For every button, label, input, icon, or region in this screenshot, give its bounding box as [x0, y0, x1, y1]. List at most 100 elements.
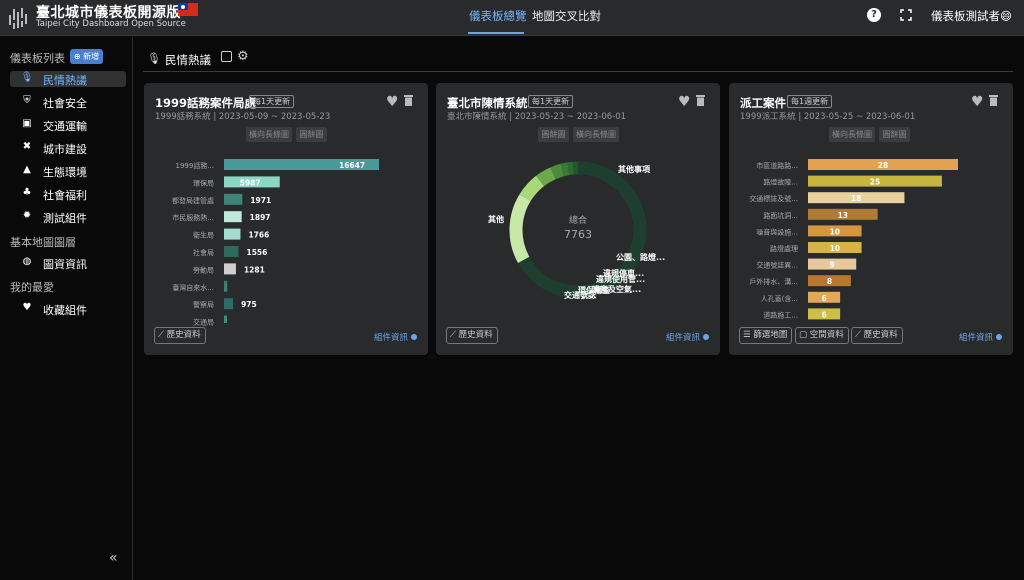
component-info-link[interactable]: 組件資訊 [374, 331, 418, 343]
trend-icon: ⟋ [158, 330, 167, 340]
category-label: 1999話務... [176, 161, 215, 170]
history-data-button[interactable]: ⟋ 歷史資料 [154, 327, 206, 344]
add-dashboard-button[interactable]: ⊕ 新增 [70, 49, 103, 64]
component-card-petition: 臺北市陳情系統 每1天更新 臺北市陳情系統 | 2023-05-23 ~ 202… [436, 83, 720, 355]
value-label: 18 [851, 194, 861, 203]
category-label: 交通局 [193, 318, 214, 327]
bar [224, 298, 234, 310]
sidebar-item-ecology[interactable]: ▲ 生態環境 [10, 163, 126, 179]
app-subtitle: Taipei City Dashboard Open Source [36, 19, 186, 29]
sidebar-item-social-safety[interactable]: ⛨ 社會安全 [10, 94, 126, 110]
trend-icon: ⟋ [450, 330, 459, 340]
handshake-icon: ♣ [22, 187, 32, 198]
favorites-header: 我的最愛 [10, 281, 54, 294]
tab-dashboard-overview[interactable]: 儀表板總覽 [469, 8, 527, 24]
category-label: 社會局 [193, 248, 214, 257]
value-label: 5987 [240, 178, 261, 187]
heart-icon: ♥ [22, 302, 32, 313]
dashboard-list-header: 儀表板列表 [10, 52, 65, 65]
category-label: 道路施工... [763, 310, 798, 319]
top-bar: 臺北城市儀表板開源版 Taipei City Dashboard Open So… [0, 0, 1024, 36]
fullscreen-icon[interactable] [900, 9, 912, 21]
sidebar-item-transport[interactable]: ▣ 交通運輸 [10, 117, 126, 133]
history-data-button[interactable]: ⟋ 歷史資料 [446, 327, 498, 344]
microphone-icon: 🎙 [20, 72, 34, 83]
value-label: 1766 [248, 231, 269, 240]
sidebar-item-public-opinion[interactable]: 🎙 民情熱議 [10, 71, 126, 87]
user-menu[interactable]: 儀表板測試者😄 [931, 8, 1012, 24]
category-label: 環保局 [193, 178, 214, 187]
active-tab-indicator [468, 32, 524, 34]
category-label: 都發局建管處 [172, 196, 214, 205]
bar [224, 263, 236, 275]
category-label: 勞動局 [193, 265, 214, 274]
info-icon [996, 334, 1003, 340]
history-data-button[interactable]: ⟋ 歷史資料 [851, 327, 903, 344]
gear-icon[interactable]: ⚙ [237, 49, 249, 64]
bar [224, 211, 242, 223]
value-label: 10 [830, 227, 840, 236]
sidebar: 儀表板列表 ⊕ 新增 🎙 民情熱議 ⛨ 社會安全 ▣ 交通運輸 ✖ 城市建設 ▲… [0, 37, 133, 580]
donut-slice [560, 162, 570, 177]
category-label: 市區道路路... [756, 161, 798, 170]
taiwan-flag-icon [178, 3, 198, 16]
slice-label: 交通號誌 [564, 290, 596, 300]
badge-icon: ✹ [22, 210, 32, 221]
value-label: 10 [830, 244, 840, 253]
chart-icon[interactable] [221, 51, 232, 62]
sidebar-item-favorite-components[interactable]: ♥ 收藏組件 [10, 301, 126, 317]
component-info-link[interactable]: 組件資訊 [666, 331, 710, 343]
slice-label: 違規使用管... [596, 274, 645, 284]
bar [224, 246, 239, 257]
bar [224, 280, 228, 292]
donut-center-label: 總合 [569, 214, 587, 226]
category-label: 戶外排水、溝... [749, 277, 798, 286]
value-label: 25 [870, 178, 880, 187]
category-label: 市民服務熱... [172, 213, 214, 222]
value-label: 1897 [250, 213, 271, 222]
sidebar-item-city-construction[interactable]: ✖ 城市建設 [10, 140, 126, 156]
category-label: 人孔蓋(含... [761, 294, 798, 303]
map-icon: ▢ [799, 330, 810, 340]
tab-map-compare[interactable]: 地圖交叉比對 [532, 8, 601, 24]
value-label: 1281 [244, 265, 265, 274]
category-label: 噪音與設施... [756, 227, 798, 236]
category-label: 臺灣自來水... [172, 283, 214, 292]
value-label: 13 [838, 211, 848, 220]
donut-total: 7763 [564, 228, 592, 241]
category-label: 交通標誌及號... [749, 194, 798, 203]
filter-map-button[interactable]: ☰ 篩選地圖 [739, 327, 793, 344]
globe-icon: ◍ [22, 256, 32, 267]
component-info-link[interactable]: 組件資訊 [959, 331, 1003, 343]
donut-chart: 其他其他事項公園、路燈...違規停車...違規使用管...噪音及空氣...環保稽… [488, 161, 665, 300]
category-label: 路燈故障... [763, 178, 798, 187]
slice-label: 其他事項 [618, 164, 651, 174]
category-label: 路面坑洞... [763, 211, 798, 220]
bar [224, 193, 243, 205]
category-label: 衛生局 [193, 231, 214, 240]
microphone-icon: 🎙 [147, 52, 161, 65]
sidebar-item-social-welfare[interactable]: ♣ 社會福利 [10, 186, 126, 202]
tools-icon: ✖ [22, 141, 32, 152]
donut-slice [567, 161, 574, 176]
component-card-dispatch: 派工案件 每1週更新 1999派工系統 | 2023-05-25 ~ 2023-… [729, 83, 1013, 355]
value-label: 28 [878, 161, 888, 170]
help-icon[interactable]: ? [867, 8, 881, 22]
value-label: 1556 [246, 248, 267, 257]
city-logo-icon [9, 8, 27, 29]
collapse-sidebar-icon[interactable]: « [109, 550, 118, 566]
trend-icon: ⟋ [855, 330, 864, 340]
tree-icon: ▲ [23, 164, 31, 175]
value-label: 16647 [339, 161, 365, 170]
value-label: 1971 [250, 196, 271, 205]
sidebar-item-test-components[interactable]: ✹ 測試組件 [10, 209, 126, 225]
bar [224, 228, 241, 240]
toolbar-divider [143, 71, 1013, 72]
spatial-data-button[interactable]: ▢ 空間資料 [795, 327, 849, 344]
slice-label: 公園、路燈... [616, 252, 665, 262]
sidebar-item-map-info[interactable]: ◍ 圖資資訊 [10, 255, 126, 271]
value-label: 6 [821, 294, 826, 303]
bar-chart: 1999話務... 16647 環保局 5987 都發局建管處 1971 市民服務熱... 1… [172, 159, 379, 327]
donut-slice [519, 175, 545, 202]
slice-label: 其他 [488, 214, 504, 224]
